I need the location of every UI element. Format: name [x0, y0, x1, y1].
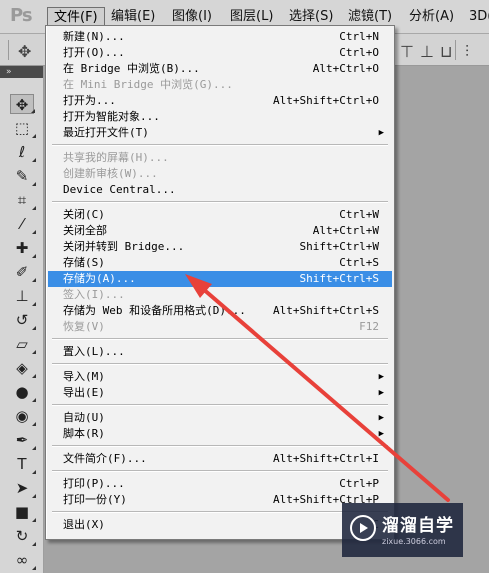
watermark-url: zixue.3066.com — [382, 537, 446, 546]
watermark-play-icon — [350, 515, 376, 541]
watermark: 溜溜自学 zixue.3066.com — [342, 503, 463, 557]
watermark-title: 溜溜自学 — [382, 516, 454, 536]
annotation-arrow-icon — [185, 274, 450, 502]
